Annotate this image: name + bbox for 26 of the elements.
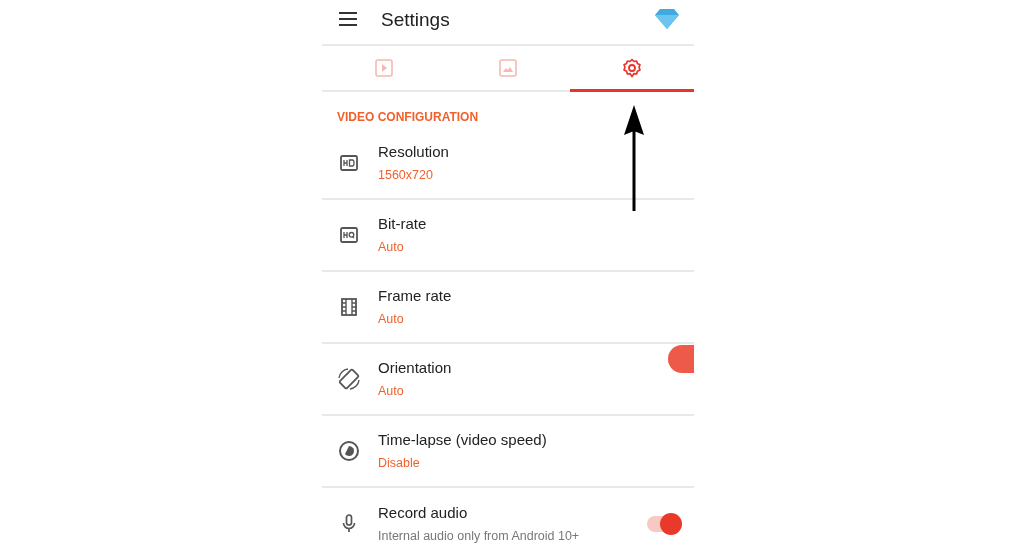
settings-row[interactable]: Bit-rate Auto — [322, 200, 694, 272]
row-value: Auto — [378, 310, 405, 328]
row-title: Time-lapse (video speed) — [378, 429, 547, 450]
row-value: Disable — [378, 454, 421, 472]
row-title: Frame rate — [378, 285, 452, 306]
section-heading: VIDEO CONFIGURATION — [336, 109, 480, 126]
row-title: Bit-rate — [378, 213, 427, 234]
play-icon — [375, 58, 393, 77]
row-value: Auto — [378, 382, 405, 400]
image-icon — [499, 58, 517, 77]
settings-row[interactable]: Time-lapse (video speed) Disable — [322, 416, 694, 488]
settings-icon — [622, 57, 642, 78]
row-title: Record audio — [378, 502, 469, 523]
diamond-icon[interactable] — [655, 8, 679, 30]
row-value: Auto — [378, 238, 405, 256]
row-value: Internal audio only from Android 10+ — [378, 527, 580, 545]
row-title: Resolution — [378, 141, 449, 162]
row-title: Orientation — [378, 357, 452, 378]
screen-rotation-icon — [336, 366, 362, 392]
screen-title: Settings — [381, 7, 450, 32]
row-value: 1560x720 — [378, 166, 434, 184]
timelapse-icon — [336, 438, 362, 464]
floating-record-button[interactable] — [668, 345, 694, 373]
menu-icon[interactable] — [339, 12, 357, 26]
settings-row[interactable]: Record audio Internal audio only from Android 10+ — [322, 488, 694, 546]
settings-row[interactable]: Frame rate Auto — [322, 272, 694, 344]
